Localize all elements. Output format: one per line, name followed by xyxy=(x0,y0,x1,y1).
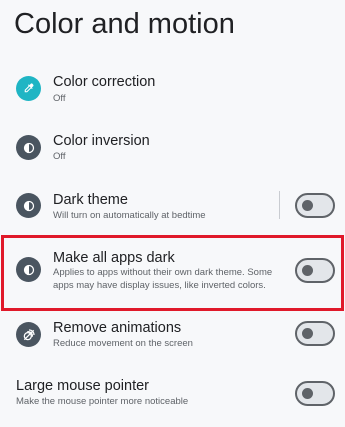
setting-dark-theme[interactable]: Dark theme Will turn on automatically at… xyxy=(0,160,345,221)
setting-subtitle-line-1: Applies to apps without their own dark t… xyxy=(53,267,273,278)
half-circle-icon xyxy=(16,135,41,160)
half-circle-icon xyxy=(16,193,41,218)
setting-title: Remove animations xyxy=(53,320,182,336)
setting-title: Make all apps dark xyxy=(53,250,175,266)
toggle-knob xyxy=(302,328,313,339)
animation-icon xyxy=(16,322,41,347)
large-mouse-pointer-toggle[interactable] xyxy=(295,381,335,406)
half-circle-icon xyxy=(16,257,41,282)
page-title: Color and motion xyxy=(14,8,235,40)
setting-title: Color inversion xyxy=(53,133,150,149)
remove-animations-toggle[interactable] xyxy=(295,321,335,346)
setting-subtitle: Will turn on automatically at bedtime xyxy=(53,210,206,221)
dark-theme-toggle[interactable] xyxy=(295,193,335,218)
setting-subtitle-line-2: apps may have display issues, like inver… xyxy=(53,280,266,291)
setting-subtitle: Reduce movement on the screen xyxy=(53,338,193,349)
setting-title: Large mouse pointer xyxy=(16,378,149,394)
setting-color-correction[interactable]: Color correction Off xyxy=(0,68,345,110)
setting-subtitle: Make the mouse pointer more noticeable xyxy=(16,396,189,407)
setting-remove-animations[interactable]: Remove animations Reduce movement on the… xyxy=(0,312,345,356)
toggle-knob xyxy=(302,388,313,399)
setting-title: Color correction xyxy=(53,74,156,90)
setting-subtitle: Off xyxy=(53,93,66,104)
color-and-motion-page: Color and motion Color correction Off Co… xyxy=(0,0,345,427)
toggle-knob xyxy=(302,200,313,211)
toggle-knob xyxy=(302,265,313,276)
make-all-apps-dark-toggle[interactable] xyxy=(295,258,335,283)
eyedropper-icon xyxy=(16,76,41,101)
setting-large-mouse-pointer[interactable]: Large mouse pointer Make the mouse point… xyxy=(0,370,345,414)
setting-title: Dark theme xyxy=(53,192,128,208)
divider xyxy=(279,191,280,219)
setting-make-all-apps-dark[interactable]: Make all apps dark Applies to apps witho… xyxy=(0,240,345,306)
